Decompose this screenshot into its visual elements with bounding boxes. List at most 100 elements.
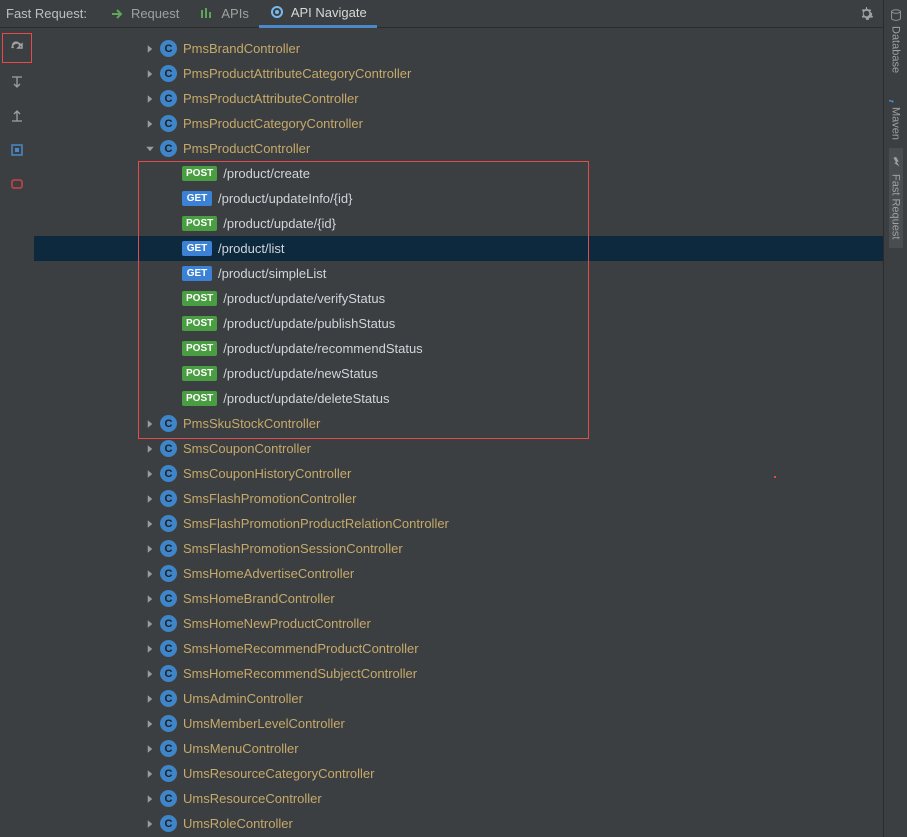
chevron-right-icon[interactable]	[142, 741, 158, 757]
class-label: UmsAdminController	[183, 691, 303, 706]
chevron-right-icon[interactable]	[142, 541, 158, 557]
tree-class-node[interactable]: C SmsHomeRecommendProductController	[34, 636, 907, 661]
tree-class-node[interactable]: C SmsFlashPromotionSessionController	[34, 536, 907, 561]
tree-class-node[interactable]: C UmsResourceCategoryController	[34, 761, 907, 786]
chevron-right-icon[interactable]	[142, 116, 158, 132]
tab-api-navigate[interactable]: API Navigate	[259, 0, 377, 28]
locate-button[interactable]	[5, 138, 29, 162]
chevron-right-icon[interactable]	[142, 66, 158, 82]
class-badge-icon: C	[160, 765, 177, 782]
tree-endpoint-node[interactable]: GET/product/updateInfo/{id}	[34, 186, 907, 211]
class-label: SmsFlashPromotionSessionController	[183, 541, 403, 556]
chevron-down-icon[interactable]	[142, 141, 158, 157]
chevron-right-icon[interactable]	[142, 41, 158, 57]
chevron-right-icon[interactable]	[142, 466, 158, 482]
tree-class-node[interactable]: CSmsFlashPromotionController	[34, 486, 907, 511]
tree-class-node[interactable]: C PmsBrandController	[34, 36, 907, 61]
chevron-right-icon[interactable]	[142, 766, 158, 782]
class-label: PmsProductCategoryController	[183, 116, 363, 131]
class-label: UmsResourceCategoryController	[183, 766, 374, 781]
chevron-right-icon[interactable]	[142, 566, 158, 582]
tree-class-node[interactable]: CSmsCouponHistoryController	[34, 461, 907, 486]
class-label: PmsSkuStockController	[183, 416, 320, 431]
class-label: SmsFlashPromotionProductRelationControll…	[183, 516, 449, 531]
chevron-right-icon[interactable]	[142, 616, 158, 632]
class-badge-icon: C	[160, 715, 177, 732]
chevron-right-icon[interactable]	[142, 491, 158, 507]
tree-class-node[interactable]: CSmsHomeBrandController	[34, 586, 907, 611]
class-badge-icon: C	[160, 540, 177, 557]
chevron-right-icon[interactable]	[142, 91, 158, 107]
class-label: PmsProductAttributeController	[183, 91, 359, 106]
rail-fast-request[interactable]: Fast Request	[889, 148, 903, 247]
tree-class-node[interactable]: CPmsProductController	[34, 136, 907, 161]
chevron-right-icon[interactable]	[142, 666, 158, 682]
class-label: UmsMenuController	[183, 741, 299, 756]
refresh-button[interactable]	[5, 36, 29, 60]
chevron-right-icon[interactable]	[142, 416, 158, 432]
class-label: SmsHomeRecommendProductController	[183, 641, 419, 656]
tree-class-node[interactable]: CPmsProductAttributeCategoryController	[34, 61, 907, 86]
tree-class-node[interactable]: CPmsProductCategoryController	[34, 111, 907, 136]
tree-class-node[interactable]: CUmsMemberLevelController	[34, 711, 907, 736]
tree-class-node[interactable]: CPmsProductAttributeController	[34, 86, 907, 111]
tree-endpoint-node[interactable]: GET/product/simpleList	[34, 261, 907, 286]
endpoint-path: /product/update/{id}	[223, 216, 336, 231]
http-method-badge: GET	[182, 241, 212, 256]
class-label: SmsCouponController	[183, 441, 311, 456]
marker-dot	[774, 476, 776, 478]
class-badge-icon: C	[160, 790, 177, 807]
svg-text:m: m	[889, 100, 897, 104]
endpoint-path: /product/updateInfo/{id}	[218, 191, 352, 206]
chevron-right-icon[interactable]	[142, 516, 158, 532]
tree-class-node[interactable]: CSmsHomeRecommendSubjectController	[34, 661, 907, 686]
tab-request[interactable]: Request	[99, 0, 189, 28]
tree-endpoint-node[interactable]: POST/product/update/deleteStatus	[34, 386, 907, 411]
class-badge-icon: C	[160, 415, 177, 432]
class-label: SmsHomeAdvertiseController	[183, 566, 354, 581]
rail-label: Maven	[890, 107, 902, 140]
api-tree[interactable]: CPmsBrandControllerCPmsProductAttributeC…	[34, 28, 907, 836]
endpoint-path: /product/create	[223, 166, 310, 181]
chevron-right-icon[interactable]	[142, 816, 158, 832]
class-badge-icon: C	[160, 40, 177, 57]
class-label: UmsRoleController	[183, 816, 293, 831]
class-badge-icon: C	[160, 640, 177, 657]
chevron-right-icon[interactable]	[142, 641, 158, 657]
tree-endpoint-node[interactable]: GET/product/list	[34, 236, 907, 261]
endpoint-path: /product/update/recommendStatus	[223, 341, 422, 356]
tree-endpoint-node[interactable]: POST/product/update/newStatus	[34, 361, 907, 386]
http-method-badge: POST	[182, 216, 217, 231]
chevron-right-icon[interactable]	[142, 791, 158, 807]
class-label: PmsBrandController	[183, 41, 300, 56]
tree-endpoint-node[interactable]: POST/product/create	[34, 161, 907, 186]
tree-class-node[interactable]: CUmsMenuController	[34, 736, 907, 761]
tree-endpoint-node[interactable]: POST/product/update/publishStatus	[34, 311, 907, 336]
tree-class-node[interactable]: CUmsAdminController	[34, 686, 907, 711]
chevron-right-icon[interactable]	[142, 716, 158, 732]
tree-class-node[interactable]: C PmsSkuStockController	[34, 411, 907, 436]
class-label: SmsHomeBrandController	[183, 591, 335, 606]
tree-endpoint-node[interactable]: POST/product/update/recommendStatus	[34, 336, 907, 361]
right-rail: Database m Maven Fast Request	[883, 0, 907, 837]
expand-all-button[interactable]	[5, 70, 29, 94]
rail-maven[interactable]: m Maven	[889, 81, 903, 148]
tree-class-node[interactable]: CUmsResourceController	[34, 786, 907, 811]
tree-class-node[interactable]: CSmsHomeNewProductController	[34, 611, 907, 636]
tab-apis[interactable]: APIs	[189, 0, 258, 28]
filter-button[interactable]	[5, 172, 29, 196]
tree-class-node[interactable]: CSmsFlashPromotionProductRelationControl…	[34, 511, 907, 536]
chevron-right-icon[interactable]	[142, 691, 158, 707]
tree-class-node[interactable]: CSmsHomeAdvertiseController	[34, 561, 907, 586]
tree-endpoint-node[interactable]: POST/product/update/{id}	[34, 211, 907, 236]
class-badge-icon: C	[160, 465, 177, 482]
tree-class-node[interactable]: CUmsRoleController	[34, 811, 907, 836]
chevron-right-icon[interactable]	[142, 441, 158, 457]
collapse-all-button[interactable]	[5, 104, 29, 128]
tree-class-node[interactable]: CSmsCouponController	[34, 436, 907, 461]
settings-button[interactable]	[857, 5, 875, 23]
chevron-right-icon[interactable]	[142, 591, 158, 607]
class-label: PmsProductAttributeCategoryController	[183, 66, 411, 81]
rail-database[interactable]: Database	[889, 0, 903, 81]
tree-endpoint-node[interactable]: POST/product/update/verifyStatus	[34, 286, 907, 311]
